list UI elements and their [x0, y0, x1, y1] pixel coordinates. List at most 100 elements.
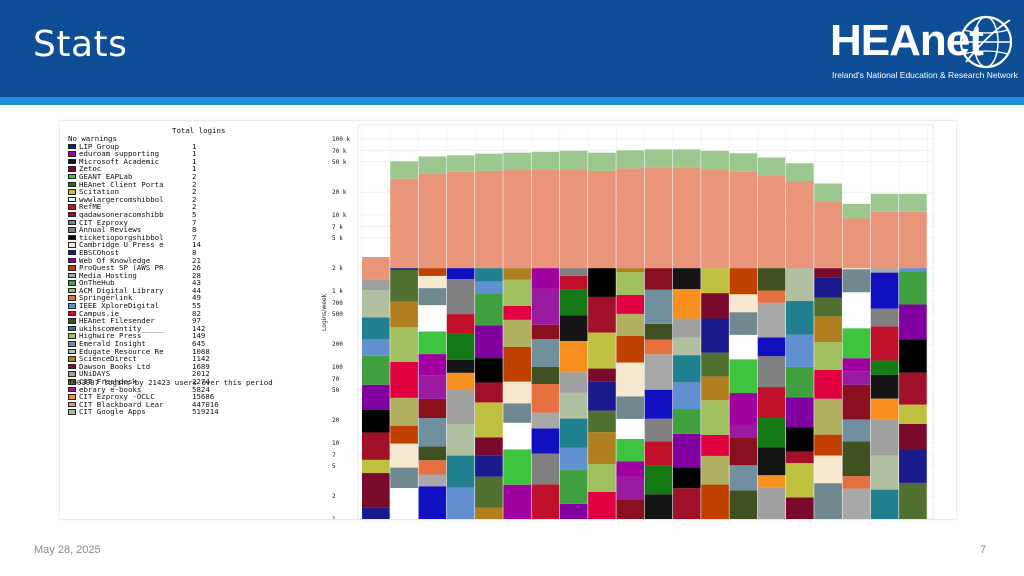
legend-swatch: [68, 280, 76, 286]
chart-bar-segment: [786, 497, 814, 519]
y-tick-label: 20 k: [332, 189, 347, 196]
chart-bar-segment: [616, 168, 645, 269]
chart-bar-segment: [729, 153, 758, 172]
chart-bar-segment: [390, 361, 418, 398]
chart-bar-segment: [870, 272, 899, 309]
chart-bar-segment: [899, 304, 927, 340]
chart-bar-segment: [729, 312, 758, 335]
chart-bar-segment: [418, 275, 447, 289]
chart-bar-segment: [842, 292, 871, 329]
chart-bar-segment: [503, 449, 532, 485]
chart-bar-segment: [870, 398, 899, 420]
chart-bar-segment: [362, 432, 390, 460]
chart-bar-segment: [899, 449, 927, 483]
chart-bar-segment: [701, 293, 729, 319]
chart-bar-segment: [559, 418, 588, 448]
chart-bar-segment: [842, 488, 871, 519]
chart-bar-segment: [616, 418, 645, 440]
logo-tagline: Ireland's National Education & Research …: [832, 70, 1018, 80]
chart-bar-segment: [616, 476, 645, 500]
chart-bar-segment: [644, 149, 673, 168]
chart-bar-segment: [757, 268, 786, 291]
chart-bar-segment: [588, 432, 616, 464]
chart-bar-segment: [870, 360, 899, 375]
chart-bar-segment: [644, 339, 673, 355]
legend-swatch: [68, 303, 76, 309]
chart-bar-segment: [814, 316, 842, 343]
chart-bar-segment: [559, 372, 588, 393]
chart-bar-segment: [588, 381, 616, 411]
chart-bar-segment: [390, 327, 418, 362]
chart-bar-segment: [899, 404, 927, 424]
chart-bar-segment: [644, 268, 673, 290]
chart-bar-segment: [531, 412, 560, 429]
chart-bar-segment: [588, 296, 616, 333]
chart-bar-segment: [644, 289, 673, 324]
chart-bar-segment: [446, 155, 475, 172]
chart-bar-segment: [616, 268, 645, 273]
chart-bar-segment: [503, 346, 532, 382]
chart-bar-segment: [757, 387, 786, 418]
chart-bar-segment: [899, 271, 927, 305]
legend-swatch: [68, 196, 76, 203]
chart-bar-segment: [729, 268, 758, 295]
chart-bar-segment: [503, 403, 532, 423]
chart-bar-segment: [870, 211, 899, 269]
chart-bar-segment: [729, 359, 758, 394]
chart-bar-segment: [644, 494, 673, 519]
chart-bar-segment: [644, 441, 673, 466]
chart-bar-segment: [672, 149, 701, 168]
legend-item: CIT Google Apps 519214: [68, 408, 318, 416]
chart-bar-segment: [672, 318, 701, 338]
chart-bar-segment: [418, 460, 447, 475]
slide-header: Stats HEAnet Ireland's National Educatio…: [0, 0, 1024, 97]
chart-bar-segment: [446, 314, 475, 334]
chart-bar-segment: [588, 463, 616, 492]
y-tick-label: 20: [332, 417, 340, 424]
chart-bar-segment: [446, 455, 475, 488]
chart-bar-segment: [757, 175, 786, 269]
legend-item-value: 519214: [192, 407, 219, 417]
chart-bar-segment: [588, 152, 616, 171]
chart-bar-segment: [559, 169, 588, 269]
chart-bar-segment: [446, 279, 475, 315]
legend-swatch: [68, 166, 76, 172]
legend-swatch: [68, 341, 76, 347]
chart-bar-segment: [701, 376, 729, 401]
chart-bar-segment: [418, 474, 447, 487]
chart-bar-segment: [559, 392, 588, 419]
chart-bar-segment: [672, 337, 701, 356]
chart-bar-segment: [531, 339, 560, 367]
chart-bar-segment: [814, 268, 842, 278]
y-tick-label: 5 k: [332, 235, 343, 242]
chart-bar-segment: [418, 354, 447, 376]
chart-bar-segment: [842, 476, 871, 489]
stacked-bar-chart: 100 k 70 k 50 k 20 k 10 k 7 k 5 k 2 k 1 k 700 500 2…: [321, 124, 934, 519]
legend-swatch: [68, 295, 76, 301]
page-number: 7: [980, 544, 987, 556]
chart-bar-segment: [475, 455, 503, 477]
chart-bar-segment: [362, 257, 390, 280]
legend-swatch: [68, 394, 76, 400]
chart-bar-segment: [446, 268, 475, 280]
chart-bar-segment: [842, 268, 871, 270]
legend-swatch: [68, 371, 76, 377]
globe-icon: [959, 15, 1013, 69]
y-tick-label: 5: [332, 463, 336, 470]
y-tick-label: 1: [332, 516, 336, 519]
chart-bar-segment: [616, 396, 645, 419]
chart-bar-segment: [899, 193, 927, 212]
chart-bar-segment: [588, 170, 616, 269]
chart-bar-segment: [616, 461, 645, 477]
chart-bar-segment: [559, 150, 588, 170]
legend-swatch: [68, 189, 76, 195]
chart-bar-segment: [559, 275, 588, 290]
chart-bar-segment: [418, 268, 447, 276]
chart-bar-segment: [362, 473, 390, 508]
chart-bar-segment: [814, 483, 842, 519]
y-tick-label: 100: [332, 364, 343, 371]
y-tick-label: 1 k: [332, 288, 343, 295]
chart-bar-segment: [531, 484, 560, 519]
chart-bar-segment: [559, 447, 588, 471]
chart-bar-segment: [531, 428, 560, 454]
